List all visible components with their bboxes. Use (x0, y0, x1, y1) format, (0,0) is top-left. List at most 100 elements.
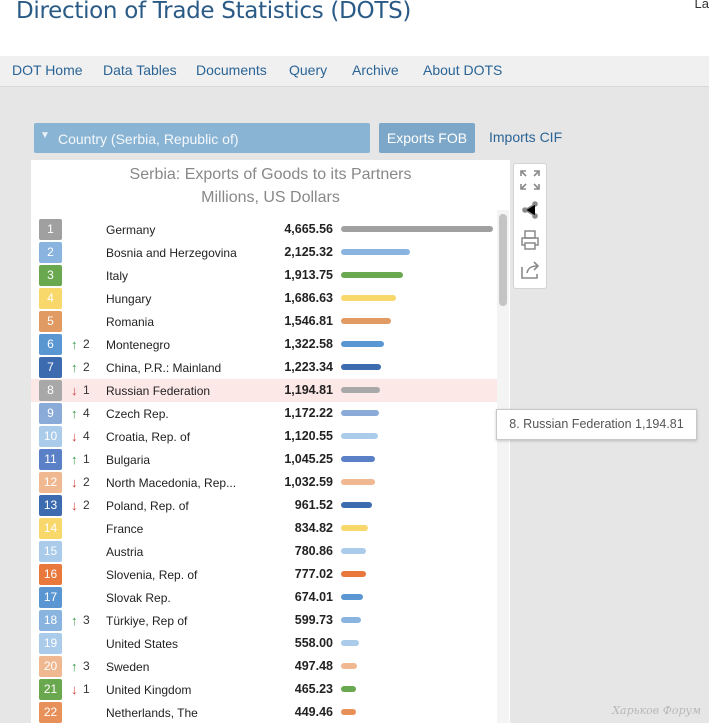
arrow-down-icon: ↓ (71, 429, 78, 444)
scrollbar-thumb[interactable] (499, 214, 507, 306)
rank-change: 2 (83, 498, 90, 512)
country-name: United States (106, 637, 179, 651)
country-select[interactable]: ▼ Country (Serbia, Republic of) (34, 123, 370, 153)
chart-bar[interactable] (341, 272, 404, 278)
export-value: 465.23 (294, 682, 333, 696)
chart-bar[interactable] (341, 525, 369, 531)
chart-row[interactable]: 20 ↑ 3 Sweden 497.48 (31, 655, 497, 678)
chart-bar[interactable] (341, 318, 392, 324)
chart-bar[interactable] (341, 341, 385, 347)
chart-row[interactable]: 9 ↑ 4 Czech Rep. 1,172.22 (31, 402, 497, 425)
country-select-label: Country (Serbia, Republic of) (58, 131, 239, 147)
chart-row[interactable]: 3 Italy 1,913.75 (31, 264, 497, 287)
chart-bar[interactable] (341, 640, 360, 646)
chart-bar[interactable] (341, 364, 381, 370)
chart-bar[interactable] (341, 295, 396, 301)
export-value: 1,686.63 (284, 291, 333, 305)
export-value: 449.46 (294, 705, 333, 719)
chart-bar[interactable] (341, 456, 376, 462)
rank-badge: 10 (39, 426, 62, 447)
country-name: Bosnia and Herzegovina (106, 246, 237, 260)
rank-badge: 2 (39, 242, 62, 263)
chart-row[interactable]: 7 ↑ 2 China, P.R.: Mainland 1,223.34 (31, 356, 497, 379)
export-value: 834.82 (294, 521, 333, 535)
chart-row[interactable]: 18 ↑ 3 Türkiye, Rep of 599.73 (31, 609, 497, 632)
nav-data-tables[interactable]: Data Tables (103, 62, 177, 78)
rank-badge: 9 (39, 403, 62, 424)
rank-badge: 15 (39, 541, 62, 562)
country-name: Bulgaria (106, 453, 151, 467)
nav-dot-home[interactable]: DOT Home (12, 62, 83, 78)
chart-row[interactable]: 2 Bosnia and Herzegovina 2,125.32 (31, 241, 497, 264)
arrow-down-icon: ↓ (71, 682, 78, 697)
export-value: 1,913.75 (284, 268, 333, 282)
export-value: 1,120.55 (284, 429, 333, 443)
chart-row[interactable]: 5 Romania 1,546.81 (31, 310, 497, 333)
rank-badge: 4 (39, 288, 62, 309)
chart-row[interactable]: 10 ↓ 4 Croatia, Rep. of 1,120.55 (31, 425, 497, 448)
rank-badge: 16 (39, 564, 62, 585)
print-icon[interactable] (517, 227, 543, 253)
fullscreen-icon[interactable] (517, 167, 543, 193)
chart-row[interactable]: 8 ↓ 1 Russian Federation 1,194.81 (31, 379, 497, 402)
chart-row[interactable]: 15 Austria 780.86 (31, 540, 497, 563)
chart-bar[interactable] (341, 502, 373, 508)
rank-change: 1 (83, 452, 90, 466)
nav-query[interactable]: Query (289, 62, 327, 78)
chart-row[interactable]: 19 United States 558.00 (31, 632, 497, 655)
country-name: Croatia, Rep. of (106, 430, 191, 444)
country-name: Slovak Rep. (106, 591, 171, 605)
share-icon[interactable] (517, 197, 543, 223)
chart-bar[interactable] (341, 663, 358, 669)
chart-bar[interactable] (341, 433, 378, 439)
chart-row[interactable]: 11 ↑ 1 Bulgaria 1,045.25 (31, 448, 497, 471)
chart-bar[interactable] (341, 226, 493, 232)
chart-bar[interactable] (341, 686, 357, 692)
export-value: 2,125.32 (284, 245, 333, 259)
language-link[interactable]: La (695, 0, 709, 11)
chart-row[interactable]: 21 ↓ 1 United Kingdom 465.23 (31, 678, 497, 701)
export-value: 1,032.59 (284, 475, 333, 489)
nav-archive[interactable]: Archive (352, 62, 399, 78)
export-value: 4,665.56 (284, 222, 333, 236)
chart-bar[interactable] (341, 548, 367, 554)
nav-documents[interactable]: Documents (196, 62, 267, 78)
scrollbar[interactable] (497, 210, 509, 723)
chart-row[interactable]: 22 Netherlands, The 449.46 (31, 701, 497, 723)
country-name: Slovenia, Rep. of (106, 568, 198, 582)
export-value: 1,172.22 (284, 406, 333, 420)
rank-badge: 17 (39, 587, 62, 608)
chart-bar[interactable] (341, 617, 361, 623)
chart-row[interactable]: 14 France 834.82 (31, 517, 497, 540)
rank-change: 3 (83, 659, 90, 673)
chart-bar[interactable] (341, 387, 380, 393)
country-name: Netherlands, The (106, 706, 198, 720)
export-value: 599.73 (294, 613, 333, 627)
chart-bar[interactable] (341, 479, 375, 485)
chart-row[interactable]: 1 Germany 4,665.56 (31, 218, 497, 241)
chevron-down-icon: ▼ (40, 130, 50, 141)
export-icon[interactable] (517, 257, 543, 283)
exports-fob-tab[interactable]: Exports FOB (379, 123, 475, 153)
rank-change: 4 (83, 406, 90, 420)
chart-row[interactable]: 12 ↓ 2 North Macedonia, Rep... 1,032.59 (31, 471, 497, 494)
chart-row[interactable]: 17 Slovak Rep. 674.01 (31, 586, 497, 609)
arrow-up-icon: ↑ (71, 406, 78, 421)
chart-row[interactable]: 6 ↑ 2 Montenegro 1,322.58 (31, 333, 497, 356)
country-name: Poland, Rep. of (106, 499, 189, 513)
chart-toolbar (513, 163, 547, 289)
chart-row[interactable]: 13 ↓ 2 Poland, Rep. of 961.52 (31, 494, 497, 517)
chart-bar[interactable] (341, 709, 356, 715)
arrow-up-icon: ↑ (71, 452, 78, 467)
country-name: North Macedonia, Rep... (106, 476, 237, 490)
chart-bar[interactable] (341, 410, 380, 416)
chart-bar[interactable] (341, 249, 411, 255)
chart-bar[interactable] (341, 594, 363, 600)
chart-row[interactable]: 16 Slovenia, Rep. of 777.02 (31, 563, 497, 586)
imports-cif-tab[interactable]: Imports CIF (489, 129, 562, 145)
arrow-down-icon: ↓ (71, 475, 78, 490)
nav-about-dots[interactable]: About DOTS (423, 62, 502, 78)
chart-bar[interactable] (341, 571, 367, 577)
export-value: 961.52 (294, 498, 333, 512)
chart-row[interactable]: 4 Hungary 1,686.63 (31, 287, 497, 310)
